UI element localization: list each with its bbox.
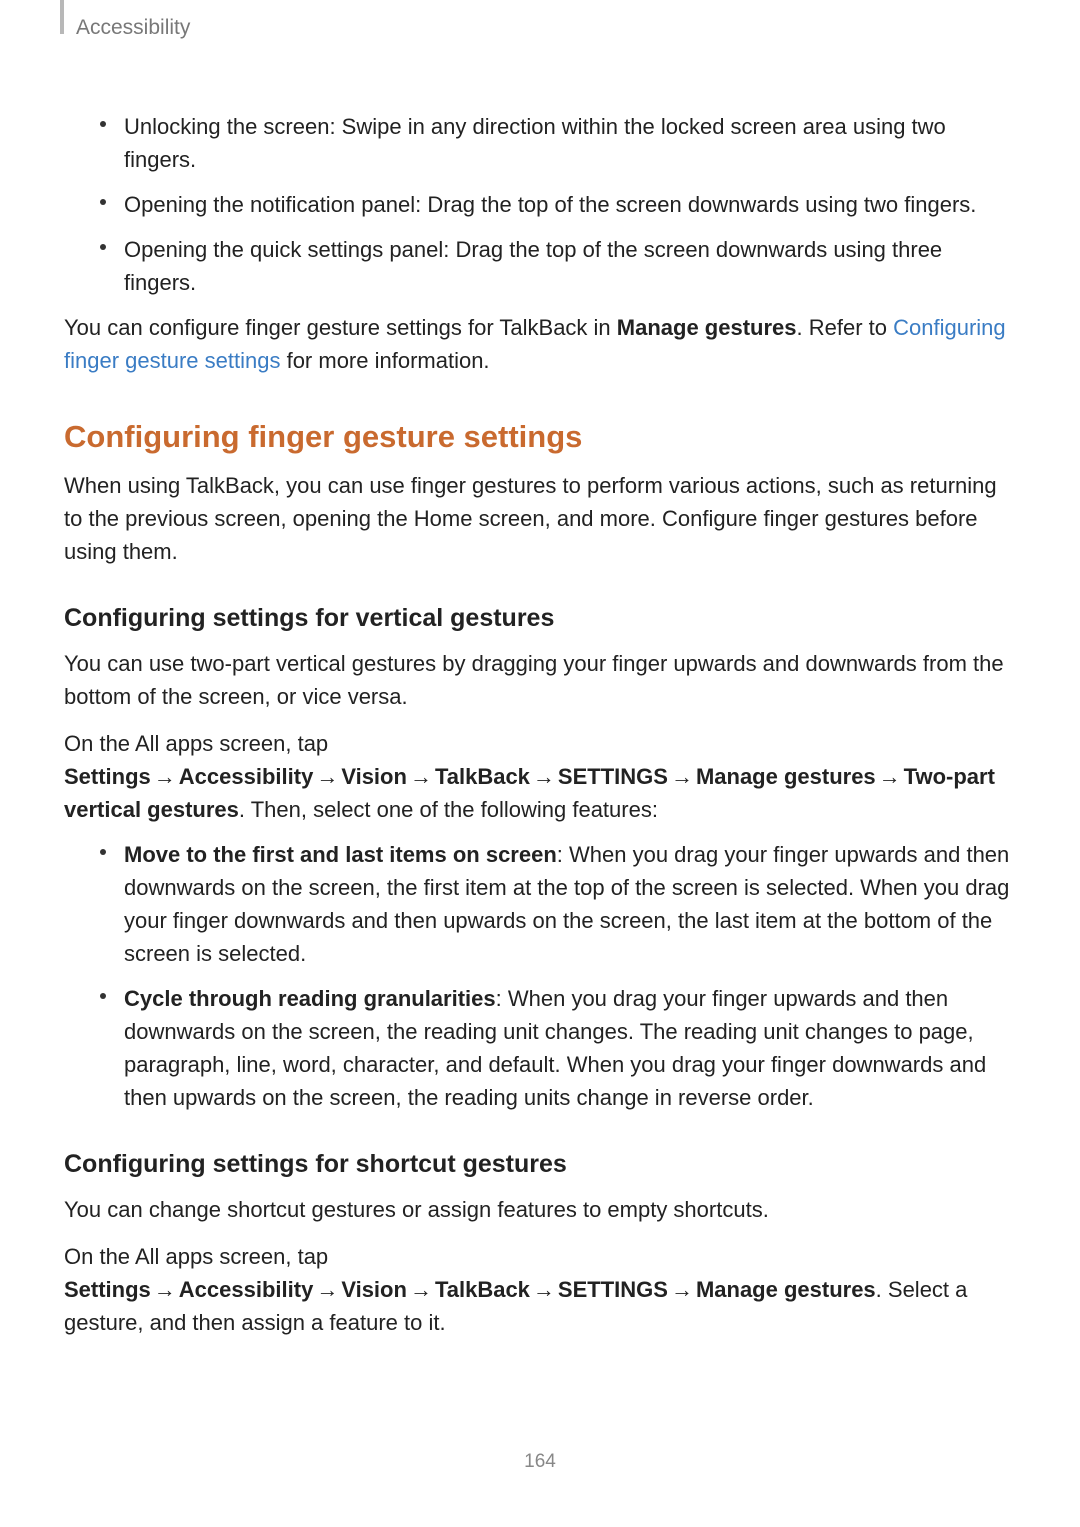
text-segment: On the All apps screen, tap xyxy=(64,1244,328,1269)
arrow-icon: → xyxy=(410,764,432,789)
text-segment: for more information. xyxy=(280,348,489,373)
bullet-icon xyxy=(100,199,106,205)
arrow-icon: → xyxy=(533,764,555,789)
bold-text: Cycle through reading granularities xyxy=(124,986,496,1011)
path-vision: Vision xyxy=(341,1277,407,1302)
bullet-text: Unlocking the screen: Swipe in any direc… xyxy=(124,110,1016,176)
page-content: Unlocking the screen: Swipe in any direc… xyxy=(64,110,1016,1339)
arrow-icon: → xyxy=(671,1277,693,1302)
text-segment: . Refer to xyxy=(797,315,894,340)
path-vision: Vision xyxy=(341,764,407,789)
path-accessibility: Accessibility xyxy=(179,1277,314,1302)
arrow-icon: → xyxy=(154,764,176,789)
paragraph: You can use two-part vertical gestures b… xyxy=(64,647,1016,713)
heading-shortcut-gestures: Configuring settings for shortcut gestur… xyxy=(64,1150,1016,1179)
bold-text: Move to the first and last items on scre… xyxy=(124,842,557,867)
arrow-icon: → xyxy=(533,1277,555,1302)
list-item: Cycle through reading granularities: Whe… xyxy=(64,982,1016,1114)
path-talkback: TalkBack xyxy=(435,764,530,789)
path-settings-caps: SETTINGS xyxy=(558,1277,668,1302)
bullet-text: Opening the quick settings panel: Drag t… xyxy=(124,233,1016,299)
bullet-text: Move to the first and last items on scre… xyxy=(124,838,1016,970)
path-settings: Settings xyxy=(64,764,151,789)
path-manage-gestures: Manage gestures xyxy=(696,1277,876,1302)
heading-vertical-gestures: Configuring settings for vertical gestur… xyxy=(64,604,1016,633)
paragraph-nav-path-shortcut: On the All apps screen, tap Settings→Acc… xyxy=(64,1240,1016,1339)
header-accent-bar xyxy=(60,0,64,34)
list-item: Opening the quick settings panel: Drag t… xyxy=(64,233,1016,299)
paragraph: When using TalkBack, you can use finger … xyxy=(64,469,1016,568)
bullet-text: Opening the notification panel: Drag the… xyxy=(124,188,976,221)
list-item: Opening the notification panel: Drag the… xyxy=(64,188,1016,221)
path-settings: Settings xyxy=(64,1277,151,1302)
path-accessibility: Accessibility xyxy=(179,764,314,789)
text-segment: On the All apps screen, tap xyxy=(64,731,328,756)
header-title: Accessibility xyxy=(76,16,190,40)
arrow-icon: → xyxy=(316,1277,338,1302)
arrow-icon: → xyxy=(671,764,693,789)
text-segment: . Then, select one of the following feat… xyxy=(239,797,658,822)
list-item: Unlocking the screen: Swipe in any direc… xyxy=(64,110,1016,176)
bold-text: Manage gestures xyxy=(617,315,797,340)
bullet-icon xyxy=(100,121,106,127)
page-number: 164 xyxy=(0,1451,1080,1473)
paragraph-manage-gestures: You can configure finger gesture setting… xyxy=(64,311,1016,377)
arrow-icon: → xyxy=(316,764,338,789)
arrow-icon: → xyxy=(879,764,901,789)
paragraph: You can change shortcut gestures or assi… xyxy=(64,1193,1016,1226)
bullet-icon xyxy=(100,244,106,250)
arrow-icon: → xyxy=(410,1277,432,1302)
bullet-icon xyxy=(100,849,106,855)
path-talkback: TalkBack xyxy=(435,1277,530,1302)
text-segment: You can configure finger gesture setting… xyxy=(64,315,617,340)
arrow-icon: → xyxy=(154,1277,176,1302)
heading-configuring-gesture-settings: Configuring finger gesture settings xyxy=(64,419,1016,455)
path-settings-caps: SETTINGS xyxy=(558,764,668,789)
bullet-text: Cycle through reading granularities: Whe… xyxy=(124,982,1016,1114)
path-manage-gestures: Manage gestures xyxy=(696,764,876,789)
bullet-icon xyxy=(100,993,106,999)
paragraph-nav-path-vertical: On the All apps screen, tap Settings→Acc… xyxy=(64,727,1016,826)
list-item: Move to the first and last items on scre… xyxy=(64,838,1016,970)
